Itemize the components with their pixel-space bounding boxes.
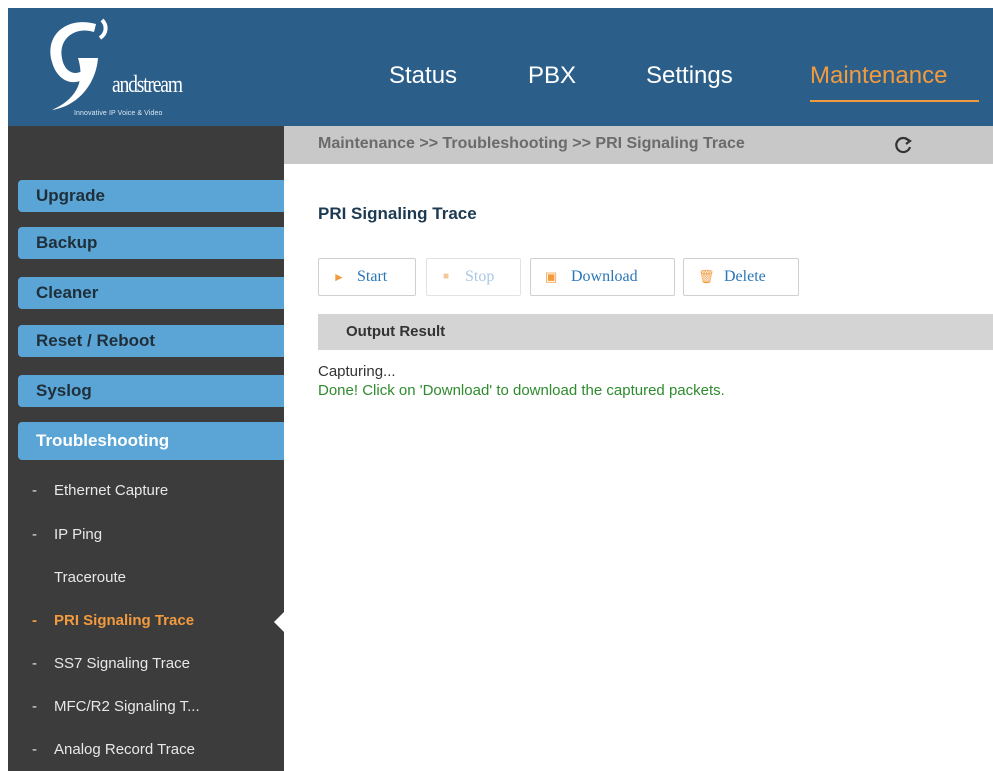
sub-item-label: SS7 Signaling Trace xyxy=(54,655,190,672)
stop-icon: ■ xyxy=(443,271,450,282)
start-button-label: Start xyxy=(357,268,388,285)
sidebar-item-reset-reboot[interactable]: Reset / Reboot xyxy=(18,325,284,357)
sidebar-item-syslog[interactable]: Syslog xyxy=(18,375,284,407)
nav-status[interactable]: Status xyxy=(389,62,457,90)
active-item-pointer xyxy=(274,612,284,632)
sub-item-dash: - xyxy=(32,698,37,715)
nav-active-underline xyxy=(810,100,979,102)
page-title: PRI Signaling Trace xyxy=(318,204,477,223)
refresh-icon[interactable] xyxy=(892,134,914,156)
output-line-capturing: Capturing... xyxy=(318,363,396,380)
stop-button-label: Stop xyxy=(465,268,495,285)
sub-item-traceroute[interactable]: Traceroute xyxy=(32,569,126,586)
sub-item-ethernet-capture[interactable]: - Ethernet Capture xyxy=(32,482,168,499)
sub-item-mfc-r2-signaling-trace[interactable]: - MFC/R2 Signaling T... xyxy=(32,698,200,715)
top-header: andstream Innovative IP Voice & Video St… xyxy=(8,8,993,126)
output-result-header: Output Result xyxy=(318,314,993,350)
sub-item-analog-record-trace[interactable]: - Analog Record Trace xyxy=(32,741,195,758)
download-icon: ▣ xyxy=(545,269,558,284)
breadcrumb-bar: Maintenance >> Troubleshooting >> PRI Si… xyxy=(284,126,993,164)
sub-item-dash: - xyxy=(32,741,37,758)
sub-item-dash: - xyxy=(32,655,37,672)
logo-tagline: Innovative IP Voice & Video xyxy=(74,110,163,117)
trash-icon: 🗑 xyxy=(698,269,715,284)
stop-button[interactable]: ■ Stop xyxy=(426,258,521,296)
start-button[interactable]: ► Start xyxy=(318,258,416,296)
sub-item-label: Ethernet Capture xyxy=(54,482,169,499)
sub-item-label: Analog Record Trace xyxy=(54,741,195,758)
main-nav: Status PBX Settings Maintenance xyxy=(8,62,993,102)
sub-item-label: Traceroute xyxy=(54,569,126,586)
sidebar: Upgrade Backup Cleaner Reset / Reboot Sy… xyxy=(8,126,284,771)
sub-item-label: IP Ping xyxy=(54,526,103,543)
sub-item-label: PRI Signaling Trace xyxy=(54,612,195,629)
sub-item-dash: - xyxy=(32,526,37,543)
delete-button-label: Delete xyxy=(724,268,766,285)
sidebar-item-upgrade[interactable]: Upgrade xyxy=(18,180,284,212)
nav-settings[interactable]: Settings xyxy=(646,62,733,90)
download-button-label: Download xyxy=(571,268,638,285)
sidebar-item-troubleshooting[interactable]: Troubleshooting xyxy=(18,422,284,460)
sub-item-pri-signaling-trace[interactable]: - PRI Signaling Trace xyxy=(32,612,194,629)
sub-item-dash: - xyxy=(32,612,37,629)
nav-maintenance[interactable]: Maintenance xyxy=(810,62,947,90)
breadcrumb: Maintenance >> Troubleshooting >> PRI Si… xyxy=(318,135,745,152)
nav-pbx[interactable]: PBX xyxy=(528,62,576,90)
output-result-label: Output Result xyxy=(346,323,446,340)
delete-button[interactable]: 🗑 Delete xyxy=(683,258,799,296)
sub-item-label: MFC/R2 Signaling T... xyxy=(54,698,200,715)
output-line-done: Done! Click on 'Download' to download th… xyxy=(318,382,725,399)
sub-item-ip-ping[interactable]: - IP Ping xyxy=(32,526,102,543)
sidebar-item-cleaner[interactable]: Cleaner xyxy=(18,277,284,309)
sidebar-item-backup[interactable]: Backup xyxy=(18,227,284,259)
download-button[interactable]: ▣ Download xyxy=(530,258,675,296)
sub-item-ss7-signaling-trace[interactable]: - SS7 Signaling Trace xyxy=(32,655,190,672)
sub-item-dash: - xyxy=(32,482,37,499)
play-icon: ► xyxy=(333,270,345,284)
